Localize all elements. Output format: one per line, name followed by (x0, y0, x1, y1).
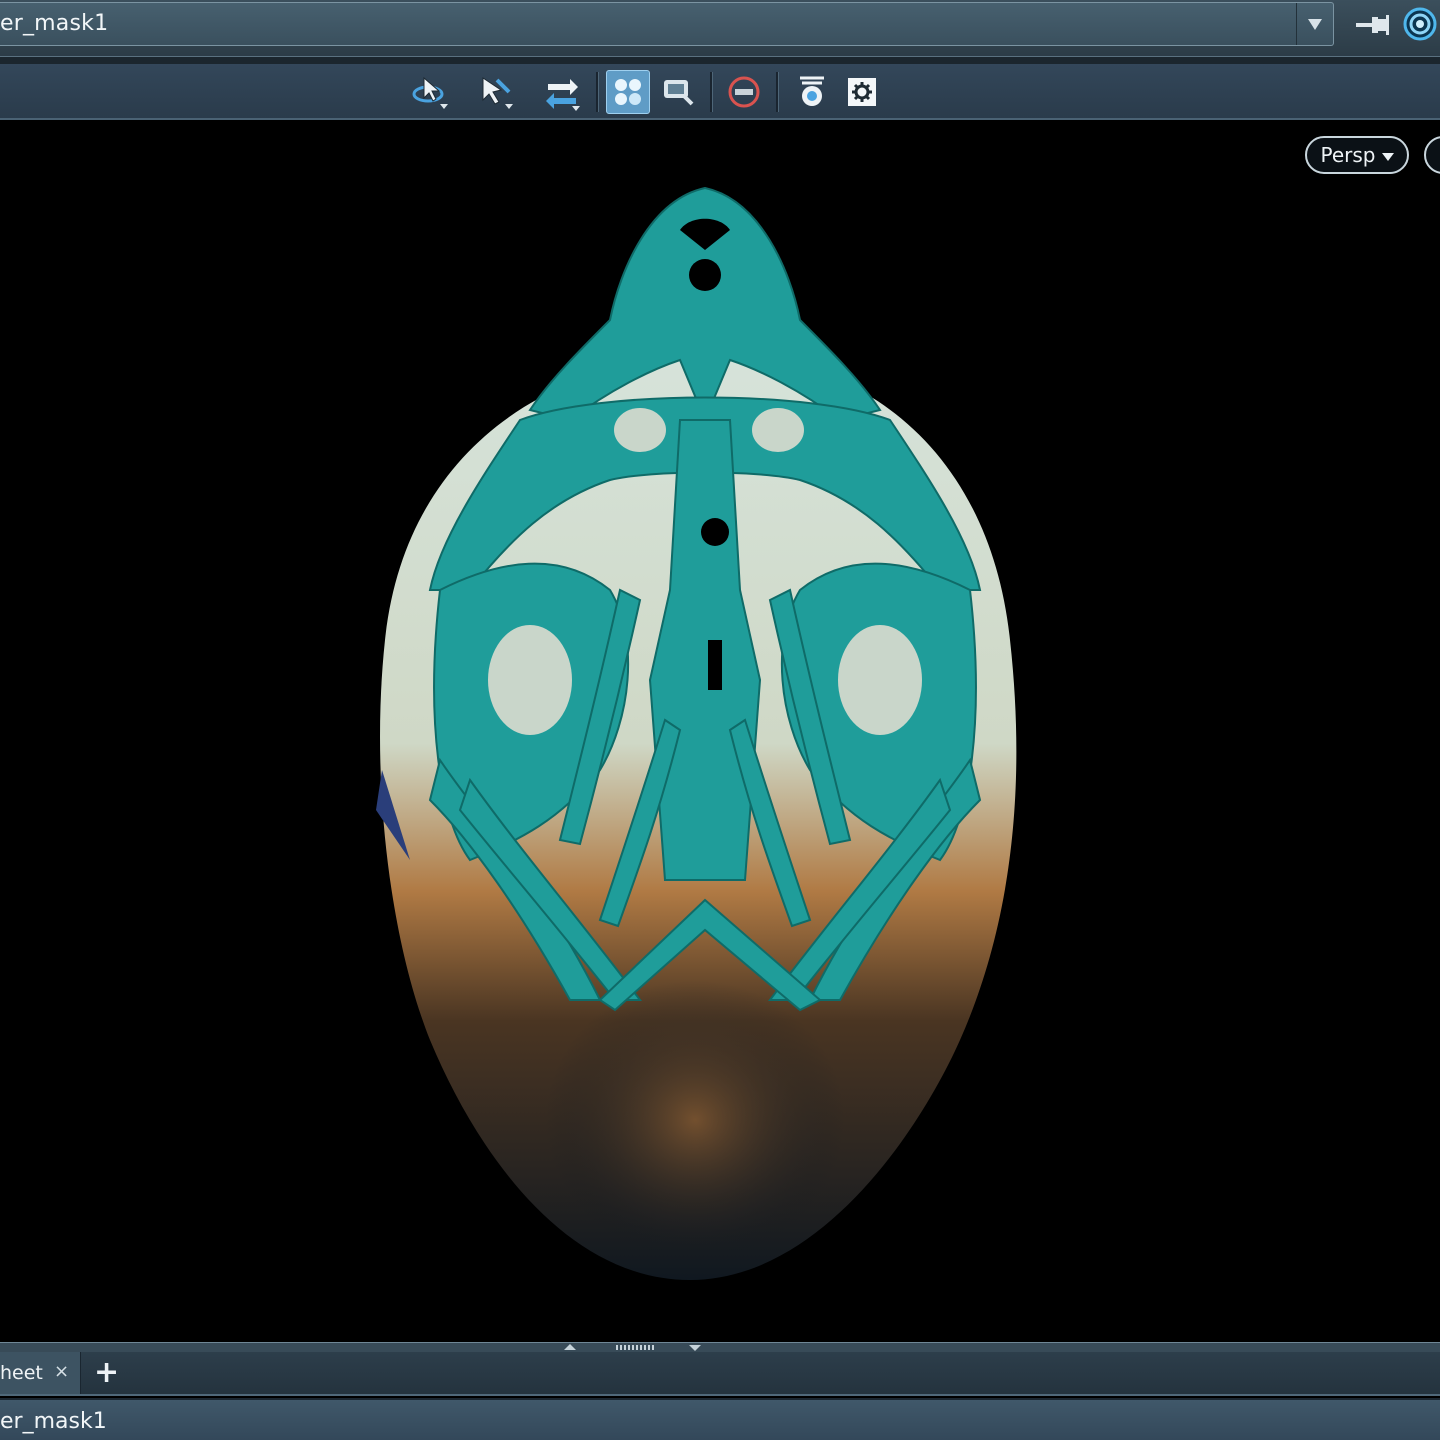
3d-scene (376, 186, 1017, 1280)
path-text: er_mask1 (0, 11, 109, 36)
path-dropdown-button[interactable] (1296, 3, 1333, 45)
tab-label: heet (0, 1362, 43, 1384)
zoom-view-button[interactable] (656, 70, 700, 114)
bottom-path-text: er_mask1 (0, 1409, 107, 1434)
select-arrow-icon (482, 77, 513, 109)
expand-up-icon[interactable] (564, 1344, 576, 1350)
transform-icon (546, 79, 580, 111)
viewport[interactable]: Persp (0, 120, 1440, 1342)
snapshot-icon (615, 79, 641, 105)
snapshot-button[interactable] (606, 70, 650, 114)
orbit-select-icon (412, 76, 448, 109)
splitter-grip-icon[interactable] (616, 1345, 656, 1350)
zoom-view-icon (664, 80, 694, 106)
target-icon (1403, 7, 1437, 41)
close-icon[interactable]: × (54, 1361, 69, 1382)
top-path-bar: er_mask1 (0, 0, 1440, 56)
disable-icon (728, 76, 760, 108)
path-field[interactable]: er_mask1 (0, 2, 1334, 46)
pane-tab-bar: heet × + (0, 1352, 1440, 1396)
orbit-select-button[interactable] (408, 70, 452, 114)
settings-button[interactable] (840, 70, 884, 114)
bottom-path-bar[interactable]: er_mask1 (0, 1398, 1440, 1440)
tab-spreadsheet[interactable]: heet × (0, 1352, 81, 1394)
pin-icon (1356, 15, 1389, 35)
light-icon (800, 76, 824, 106)
chevron-down-icon (1308, 18, 1322, 30)
select-button[interactable] (475, 70, 519, 114)
toolbar-separator (710, 72, 713, 112)
camera-label: Persp (1320, 143, 1376, 167)
add-tab-button[interactable]: + (94, 1356, 119, 1390)
transform-button[interactable] (540, 70, 584, 114)
toolbar-separator (776, 72, 779, 112)
pane-splitter[interactable] (0, 1342, 1440, 1352)
settings-icon (848, 78, 876, 106)
expand-down-icon[interactable] (689, 1345, 701, 1351)
target-button[interactable] (1402, 6, 1438, 42)
camera-menu-button[interactable]: Persp (1305, 136, 1409, 174)
disable-button[interactable] (722, 70, 766, 114)
toolbar-separator (596, 72, 599, 112)
light-button[interactable] (790, 70, 834, 114)
chevron-down-icon (1381, 152, 1394, 161)
separator (0, 56, 1440, 64)
viewer-toolbar (0, 64, 1440, 120)
pin-button[interactable] (1352, 8, 1392, 42)
